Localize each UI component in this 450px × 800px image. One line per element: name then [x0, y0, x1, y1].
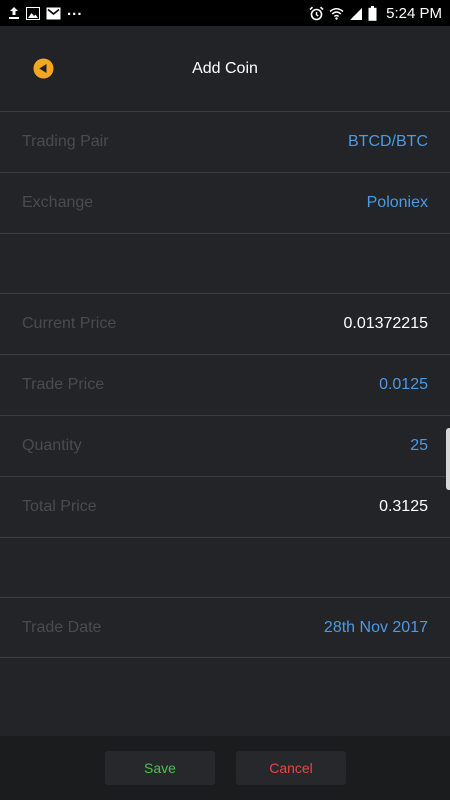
quantity-row[interactable]: Quantity 25 [0, 415, 450, 476]
more-notifications-indicator: ... [67, 1, 83, 19]
quantity-value[interactable]: 25 [410, 437, 428, 455]
exchange-label: Exchange [22, 194, 94, 211]
trade-price-row[interactable]: Trade Price 0.0125 [0, 354, 450, 415]
trade-price-label: Trade Price [22, 376, 105, 393]
edge-panel-handle[interactable] [446, 428, 450, 490]
status-bar-left: ... [8, 2, 83, 20]
footer-bar: Save Cancel [0, 736, 450, 800]
trading-pair-value[interactable]: BTCD/BTC [348, 133, 428, 151]
quantity-label: Quantity [22, 437, 82, 454]
trading-pair-label: Trading Pair [22, 133, 109, 150]
gmail-icon [46, 7, 61, 19]
add-coin-form: Trading Pair BTCD/BTC Exchange Poloniex … [0, 111, 450, 658]
image-icon [26, 6, 40, 20]
total-price-label: Total Price [22, 498, 97, 515]
current-price-value: 0.01372215 [343, 315, 428, 332]
trading-pair-row[interactable]: Trading Pair BTCD/BTC [0, 111, 450, 172]
trade-date-row[interactable]: Trade Date 28th Nov 2017 [0, 597, 450, 658]
status-bar: ... 5:24 PM [0, 0, 450, 26]
signal-icon [350, 7, 363, 20]
status-time: 5:24 PM [386, 4, 442, 22]
trade-date-value[interactable]: 28th Nov 2017 [324, 619, 428, 637]
section-spacer [0, 233, 450, 293]
app-header: Add Coin [0, 26, 450, 111]
trade-date-label: Trade Date [22, 618, 102, 636]
save-button[interactable]: Save [105, 751, 215, 785]
section-spacer [0, 537, 450, 597]
current-price-label: Current Price [22, 315, 117, 332]
cancel-button[interactable]: Cancel [236, 751, 346, 785]
exchange-row[interactable]: Exchange Poloniex [0, 172, 450, 233]
alarm-icon [309, 6, 324, 20]
status-bar-right: 5:24 PM [309, 5, 442, 22]
total-price-row: Total Price 0.3125 [0, 476, 450, 537]
current-price-row: Current Price 0.01372215 [0, 293, 450, 354]
battery-icon [368, 5, 377, 21]
exchange-value[interactable]: Poloniex [367, 194, 428, 212]
upload-icon [9, 7, 19, 19]
trade-price-value[interactable]: 0.0125 [379, 376, 428, 394]
wifi-icon [329, 7, 344, 20]
page-title: Add Coin [192, 60, 258, 77]
total-price-value: 0.3125 [379, 498, 428, 515]
